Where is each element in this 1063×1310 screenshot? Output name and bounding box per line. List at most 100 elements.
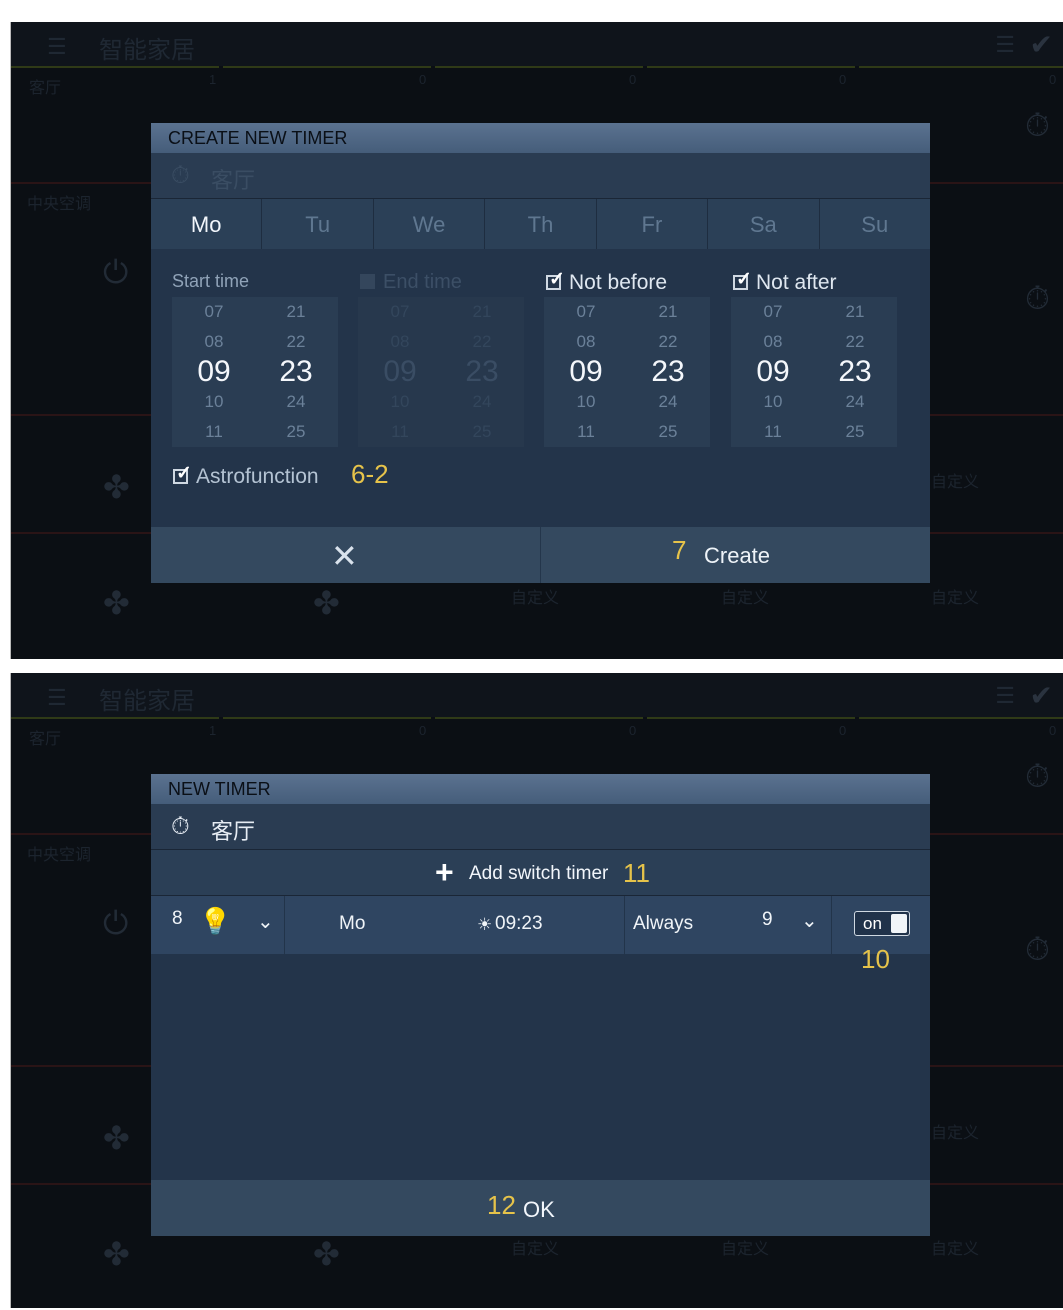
selected-minute: 23 — [651, 355, 685, 388]
minute-wheel[interactable]: 21 22 23 24 25 — [266, 297, 326, 447]
power-icon: ⏻ — [103, 254, 129, 290]
start-time-picker[interactable]: 07 08 09 10 11 21 22 23 24 25 — [172, 297, 338, 447]
end-time-checkbox[interactable] — [360, 274, 375, 289]
day-tab-th[interactable]: Th — [485, 199, 597, 249]
create-button[interactable]: 7 Create — [541, 527, 930, 583]
minute-wheel: 21 22 23 24 25 — [452, 297, 512, 447]
room-header: ⏱ 客厅 — [151, 153, 930, 199]
background-count: 0 — [1049, 723, 1057, 738]
hour-wheel[interactable]: 07 08 09 10 11 — [556, 297, 616, 447]
background-count: 0 — [629, 723, 637, 738]
timer-summary[interactable]: Mo ☀ 09:23 — [285, 896, 625, 954]
background-tile — [647, 717, 855, 719]
timer-add-icon: ⏱ — [1025, 758, 1050, 794]
background-count: 1 — [209, 72, 217, 87]
hour-option: 08 — [763, 332, 783, 351]
selected-hour: 09 — [569, 355, 603, 388]
selected-hour: 09 — [383, 355, 417, 388]
day-tab-tu[interactable]: Tu — [262, 199, 374, 249]
device-selector[interactable]: 8 💡 ⌄ — [151, 896, 285, 954]
selected-minute: 23 — [838, 355, 872, 388]
background-custom-label: 自定义 — [931, 590, 980, 607]
annotation-10: 10 — [861, 944, 890, 974]
timer-add-icon: ⏱ — [1025, 280, 1050, 316]
background-custom-label: 自定义 — [931, 1241, 980, 1258]
new-timer-screen: ☰ 智能家居 ☰ ✔ 客厅 1 0 0 0 0 ⏱ 中央空调 ⏻ ⏱ ✤ 自定义… — [10, 673, 1063, 1308]
switch-knob — [891, 914, 907, 933]
timer-add-icon: ⏱ — [1025, 107, 1050, 143]
background-custom-label: 自定义 — [511, 1241, 560, 1258]
astrofunction-toggle[interactable]: ✓ Astrofunction — [173, 463, 319, 489]
not-before-label: Not before — [569, 271, 668, 294]
background-custom-label: 自定义 — [511, 590, 560, 607]
weekday-tabs: Mo Tu We Th Fr Sa Su — [151, 199, 930, 249]
background-room-label: 客厅 — [29, 731, 62, 748]
dialog-title: CREATE NEW TIMER — [151, 123, 930, 153]
hour-option: 07 — [763, 302, 783, 321]
room-name: 客厅 — [211, 168, 256, 193]
minute-wheel[interactable]: 21 22 23 24 25 — [825, 297, 885, 447]
background-count: 0 — [839, 72, 847, 87]
background-count: 0 — [419, 723, 427, 738]
check-icon: ✔ — [1029, 680, 1053, 711]
minute-option: 24 — [472, 392, 492, 411]
annotation-9: 9 — [762, 909, 773, 930]
hour-option: 10 — [204, 392, 224, 411]
annotation-6-2: 6-2 — [351, 459, 389, 489]
fan-icon: ✤ — [103, 1236, 130, 1272]
background-tile — [859, 66, 1063, 68]
day-tab-fr[interactable]: Fr — [597, 199, 709, 249]
day-tab-mo[interactable]: Mo — [151, 199, 263, 249]
stopwatch-check-icon: ⏱ — [171, 813, 190, 840]
annotation-8: 8 — [172, 908, 183, 929]
create-label: Create — [704, 543, 771, 568]
background-top-bar: ☰ 智能家居 ☰ ✔ — [11, 22, 1063, 66]
cancel-button[interactable]: ✕ — [151, 527, 541, 583]
mode-selector[interactable]: Always 9 ⌄ — [625, 896, 832, 954]
not-after-checkbox[interactable]: ✓ — [733, 269, 752, 290]
selected-minute: 23 — [279, 355, 313, 388]
day-tab-su[interactable]: Su — [820, 199, 930, 249]
day-tab-sa[interactable]: Sa — [708, 199, 820, 249]
end-time-toggle[interactable]: End time — [360, 271, 462, 294]
annotation-12: 12 — [487, 1190, 516, 1220]
minute-option: 22 — [286, 332, 306, 351]
background-count: 0 — [839, 723, 847, 738]
mode-label: Always — [633, 913, 694, 934]
not-before-picker[interactable]: 07 08 09 10 11 21 22 23 24 25 — [544, 297, 710, 447]
background-tile — [11, 66, 219, 68]
hour-wheel[interactable]: 07 08 09 10 11 — [743, 297, 803, 447]
switch-label: on — [863, 914, 882, 933]
not-before-checkbox[interactable]: ✓ — [546, 269, 565, 290]
fan-icon: ✤ — [313, 1236, 340, 1272]
astrofunction-checkbox[interactable]: ✓ — [173, 463, 192, 484]
create-timer-screen: ☰ 智能家居 ☰ ✔ 客厅 1 0 0 0 0 ⏱ 中央空调 ⏻ ⏱ ✤ 自定义… — [10, 22, 1063, 659]
astrofunction-label: Astrofunction — [196, 465, 319, 488]
hour-wheel[interactable]: 07 08 09 10 11 — [184, 297, 244, 447]
plus-icon: + — [435, 854, 454, 890]
not-after-picker[interactable]: 07 08 09 10 11 21 22 23 24 25 — [731, 297, 897, 447]
minute-wheel[interactable]: 21 22 23 24 25 — [638, 297, 698, 447]
ok-label: OK — [523, 1197, 555, 1222]
not-before-toggle[interactable]: ✓ Not before — [546, 269, 668, 295]
add-switch-timer-button[interactable]: + Add switch timer 11 — [151, 850, 930, 896]
not-after-toggle[interactable]: ✓ Not after — [733, 269, 837, 295]
list-icon: ☰ — [995, 32, 1015, 57]
fan-icon: ✤ — [103, 469, 130, 505]
fan-icon: ✤ — [103, 585, 130, 621]
minute-option: 24 — [845, 392, 865, 411]
chevron-down-icon: ⌄ — [801, 910, 818, 932]
ok-button[interactable]: 12 OK — [151, 1180, 930, 1236]
check-icon: ✔ — [1029, 29, 1053, 60]
list-icon: ☰ — [995, 683, 1015, 708]
background-custom-label: 自定义 — [931, 1125, 980, 1142]
end-time-label: End time — [383, 271, 462, 293]
menu-icon: ☰ — [47, 685, 67, 710]
on-off-switch[interactable]: on — [854, 911, 910, 936]
hour-option: 07 — [204, 302, 224, 321]
day-tab-we[interactable]: We — [374, 199, 486, 249]
minute-option: 21 — [845, 302, 865, 321]
hour-option: 10 — [576, 392, 596, 411]
close-icon: ✕ — [331, 538, 358, 574]
minute-option: 22 — [472, 332, 492, 351]
